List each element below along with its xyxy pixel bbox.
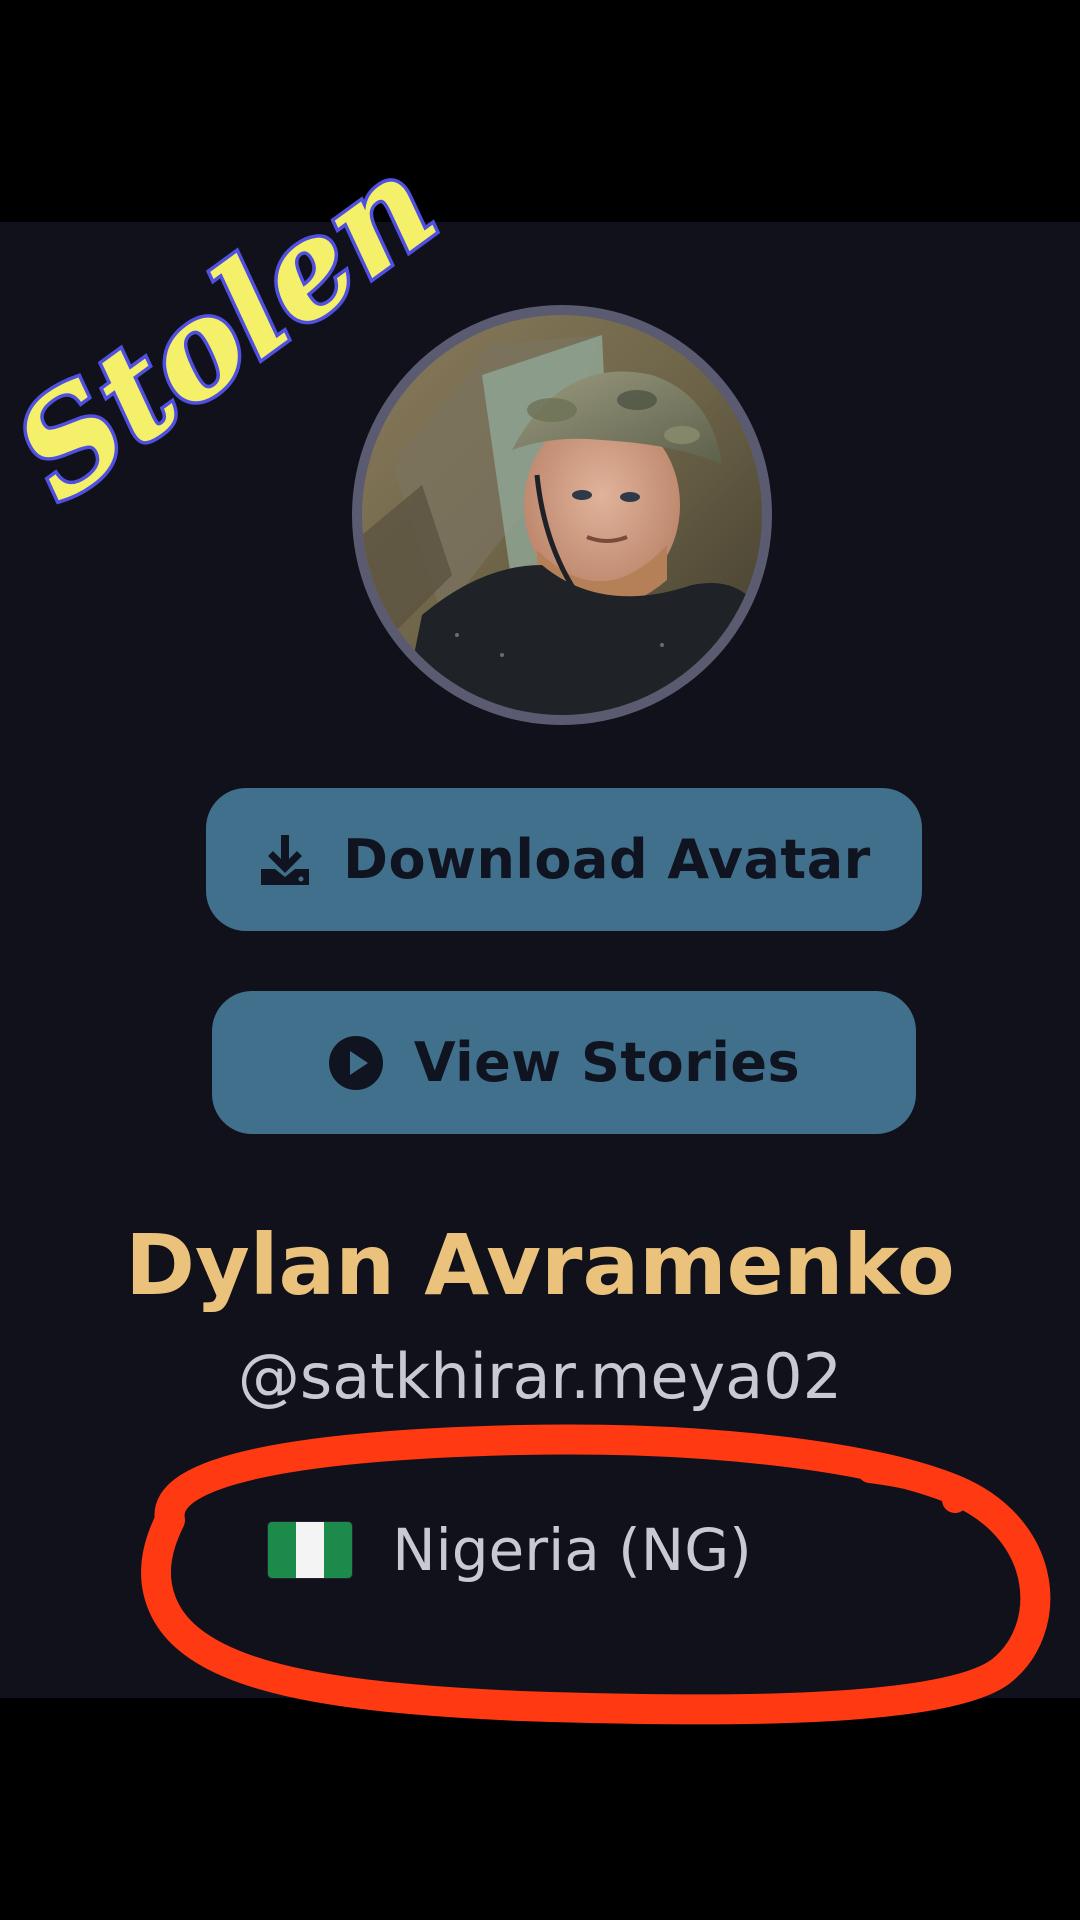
view-stories-label: View Stories (413, 1031, 801, 1094)
bottom-black-bar (0, 1698, 1080, 1920)
download-icon (257, 833, 313, 887)
username: @satkhirar.meya02 (237, 1340, 843, 1413)
download-avatar-label: Download Avatar (343, 828, 871, 891)
country-row: Nigeria (NG) (0, 1510, 1080, 1590)
country-label: Nigeria (NG) (392, 1516, 752, 1584)
top-black-bar (0, 0, 1080, 222)
profile-avatar[interactable] (352, 305, 772, 725)
nigeria-flag-icon (268, 1522, 353, 1578)
view-stories-button[interactable]: View Stories (212, 991, 916, 1134)
display-name: Dylan Avramenko (125, 1216, 955, 1314)
play-circle-icon (328, 1035, 384, 1091)
avatar-photo (362, 315, 762, 715)
download-avatar-button[interactable]: Download Avatar (206, 788, 922, 931)
